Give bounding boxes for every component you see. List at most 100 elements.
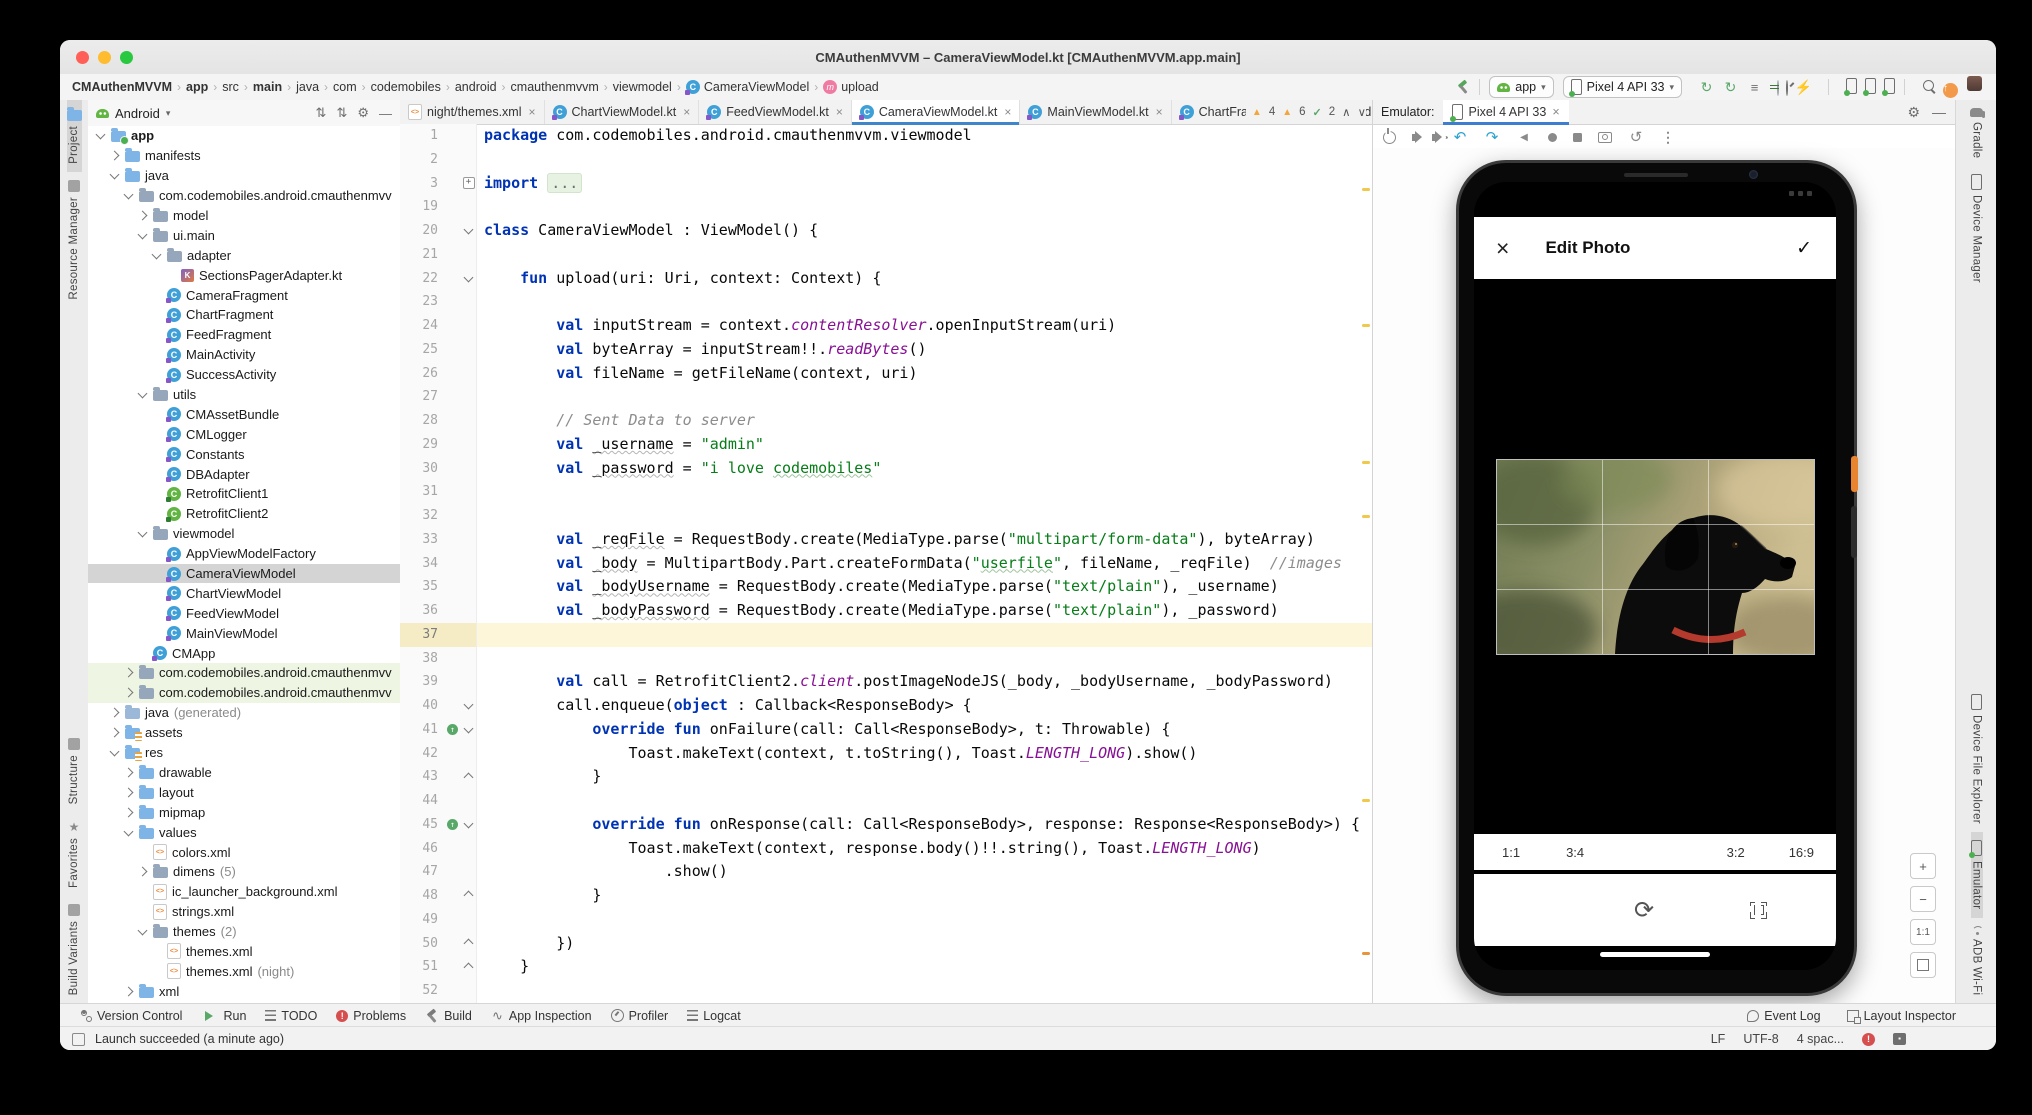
device-download-icon[interactable] <box>1884 78 1895 94</box>
tool-strip-item-device-file-explorer[interactable]: Device File Explorer <box>1971 686 1983 832</box>
code-line-46[interactable]: 46 Toast.makeText(context, response.body… <box>400 837 1372 861</box>
twistie[interactable] <box>122 789 134 796</box>
code-line-26[interactable]: 26 val fileName = getFileName(context, u… <box>400 362 1372 386</box>
breadcrumb-item-codemobiles[interactable]: codemobiles <box>371 80 441 94</box>
phone-screen[interactable]: × Edit Photo ✓ <box>1474 182 1836 970</box>
snapshot-icon[interactable]: ↺ <box>1628 129 1644 145</box>
build-hammer-icon[interactable] <box>1456 80 1470 94</box>
select-opened-file-icon[interactable]: ⇅ <box>316 105 327 121</box>
close-icon[interactable]: × <box>1004 105 1011 119</box>
code-line-29[interactable]: 29 val _username = "admin" <box>400 433 1372 457</box>
close-icon[interactable]: × <box>836 105 843 119</box>
tool-strip-item-emulator[interactable]: Emulator <box>1971 832 1983 917</box>
editor-tab-ChartViewModel.kt[interactable]: CChartViewModel.kt× <box>545 100 700 124</box>
rotate-icon[interactable]: ⟳ <box>1634 896 1654 925</box>
status-item-LF[interactable]: LF <box>1711 1032 1726 1046</box>
tree-item-ChartViewModel[interactable]: CChartViewModel <box>88 583 400 603</box>
fold-close-icon[interactable] <box>464 772 474 782</box>
tree-item-mipmap[interactable]: mipmap <box>88 802 400 822</box>
code-line-48[interactable]: 48 } <box>400 884 1372 908</box>
tool-window-button-app-inspection[interactable]: ∿App Inspection <box>491 1009 592 1023</box>
restart-icon[interactable]: ⚡ <box>1795 79 1812 96</box>
close-icon[interactable]: × <box>683 105 690 119</box>
twistie[interactable] <box>136 233 148 238</box>
tree-item-java[interactable]: java(generated) <box>88 703 400 723</box>
tree-item-RetrofitClient1[interactable]: CRetrofitClient1 <box>88 484 400 504</box>
twistie[interactable] <box>136 531 148 536</box>
tree-item-java[interactable]: java <box>88 166 400 186</box>
tree-item-xml[interactable]: xml <box>88 981 400 1001</box>
zoom-reset-button[interactable]: 1:1 <box>1910 919 1936 945</box>
avatar[interactable] <box>1967 76 1982 91</box>
tool-strip-item-gradle[interactable]: Gradle <box>1970 100 1983 166</box>
code-line-31[interactable]: 31 <box>400 480 1372 504</box>
tree-item-CMLogger[interactable]: CCMLogger <box>88 424 400 444</box>
twistie[interactable] <box>122 769 134 776</box>
crop-photo[interactable] <box>1497 460 1814 654</box>
tree-item-ChartFragment[interactable]: CChartFragment <box>88 305 400 325</box>
code-line-24[interactable]: 24 val inputStream = context.contentReso… <box>400 314 1372 338</box>
close-icon[interactable]: × <box>1496 235 1509 262</box>
code-line-33[interactable]: 33 val _reqFile = RequestBody.create(Med… <box>400 528 1372 552</box>
breadcrumb-item-cmauthenmvvm[interactable]: cmauthenmvvm <box>511 80 599 94</box>
code-line-47[interactable]: 47 .show() <box>400 860 1372 884</box>
tree-item-CMApp[interactable]: CCMApp <box>88 643 400 663</box>
tree-item-MainViewModel[interactable]: CMainViewModel <box>88 623 400 643</box>
code-line-21[interactable]: 21 <box>400 243 1372 267</box>
code-line-49[interactable]: 49 <box>400 908 1372 932</box>
project-view-selector[interactable]: Android <box>115 106 160 121</box>
tool-strip-item-adb-wi-fi[interactable]: ADB Wi-Fi <box>1971 918 1983 1003</box>
gear-icon[interactable]: ⚙ <box>357 105 369 121</box>
breadcrumb-item-CMAuthenMVVM[interactable]: CMAuthenMVVM <box>72 80 172 94</box>
tree-item-com.codemobiles.android.cmauthenmvv[interactable]: com.codemobiles.android.cmauthenmvv <box>88 683 400 703</box>
fold-close-icon[interactable] <box>464 891 474 901</box>
status-item-4 spac...[interactable]: 4 spac... <box>1797 1032 1844 1046</box>
tool-window-button-run[interactable]: Run <box>201 1009 246 1023</box>
attach-icon[interactable] <box>1777 80 1779 96</box>
breadcrumb-item-com[interactable]: com <box>333 80 357 94</box>
tree-item-values[interactable]: values <box>88 822 400 842</box>
hide-panel-icon[interactable]: — <box>1932 104 1946 120</box>
error-notification-icon[interactable]: ! <box>1862 1033 1875 1046</box>
twistie[interactable] <box>122 689 134 696</box>
code-line-45[interactable]: 45↑ override fun onResponse(call: Call<R… <box>400 813 1372 837</box>
home-icon[interactable] <box>1548 133 1557 142</box>
twistie[interactable] <box>122 193 134 198</box>
code-line-39[interactable]: 39 val call = RetrofitClient2.client.pos… <box>400 670 1372 694</box>
fold-open-icon[interactable] <box>464 272 474 282</box>
twistie[interactable] <box>136 868 148 875</box>
tool-window-button-profiler[interactable]: Profiler <box>611 1009 669 1023</box>
zoom-in-button[interactable]: + <box>1910 853 1936 879</box>
code-line-2[interactable]: 2 <box>400 148 1372 172</box>
sync-device-icon[interactable] <box>1846 78 1857 94</box>
code-line-32[interactable]: 32 <box>400 504 1372 528</box>
collapse-all-icon[interactable]: ⇅ <box>336 105 347 121</box>
code-line-52[interactable]: 52 <box>400 979 1372 1003</box>
device-selector[interactable]: Pixel 4 API 33 ▾ <box>1563 76 1682 98</box>
run-config-selector[interactable]: app ▾ <box>1489 76 1553 98</box>
tool-strip-item-structure[interactable]: Structure <box>68 730 80 812</box>
tree-item-themes.xml[interactable]: <>themes.xml(night) <box>88 961 400 981</box>
breadcrumb-item-CameraViewModel[interactable]: CCameraViewModel <box>686 80 809 94</box>
tree-item-adapter[interactable]: adapter <box>88 245 400 265</box>
tree-item-model[interactable]: model <box>88 206 400 226</box>
code-line-19[interactable]: 19 <box>400 195 1372 219</box>
breadcrumb-item-java[interactable]: java <box>296 80 319 94</box>
code-line-25[interactable]: 25 val byteArray = inputStream!!.readByt… <box>400 338 1372 362</box>
code-line-35[interactable]: 35 val _bodyUsername = RequestBody.creat… <box>400 575 1372 599</box>
run-list-icon[interactable]: ≡ <box>1746 79 1763 96</box>
search-icon[interactable] <box>1923 80 1934 91</box>
override-marker-icon[interactable]: ↑ <box>447 819 458 830</box>
apply-changes-icon[interactable]: ↻ <box>1698 79 1715 96</box>
tree-item-res[interactable]: res <box>88 743 400 763</box>
overview-icon[interactable] <box>1573 133 1582 142</box>
twistie[interactable] <box>108 729 120 736</box>
tool-window-button-version-control[interactable]: Version Control <box>79 1009 182 1023</box>
code-line-27[interactable]: 27 <box>400 385 1372 409</box>
next-problem-icon[interactable]: ∨ <box>1358 105 1366 119</box>
update-icon[interactable]: ↑ <box>1943 83 1958 98</box>
code-line-50[interactable]: 50 }) <box>400 932 1372 956</box>
tree-item-utils[interactable]: utils <box>88 385 400 405</box>
close-icon[interactable]: × <box>1156 105 1163 119</box>
code-line-36[interactable]: 36 val _bodyPassword = RequestBody.creat… <box>400 599 1372 623</box>
